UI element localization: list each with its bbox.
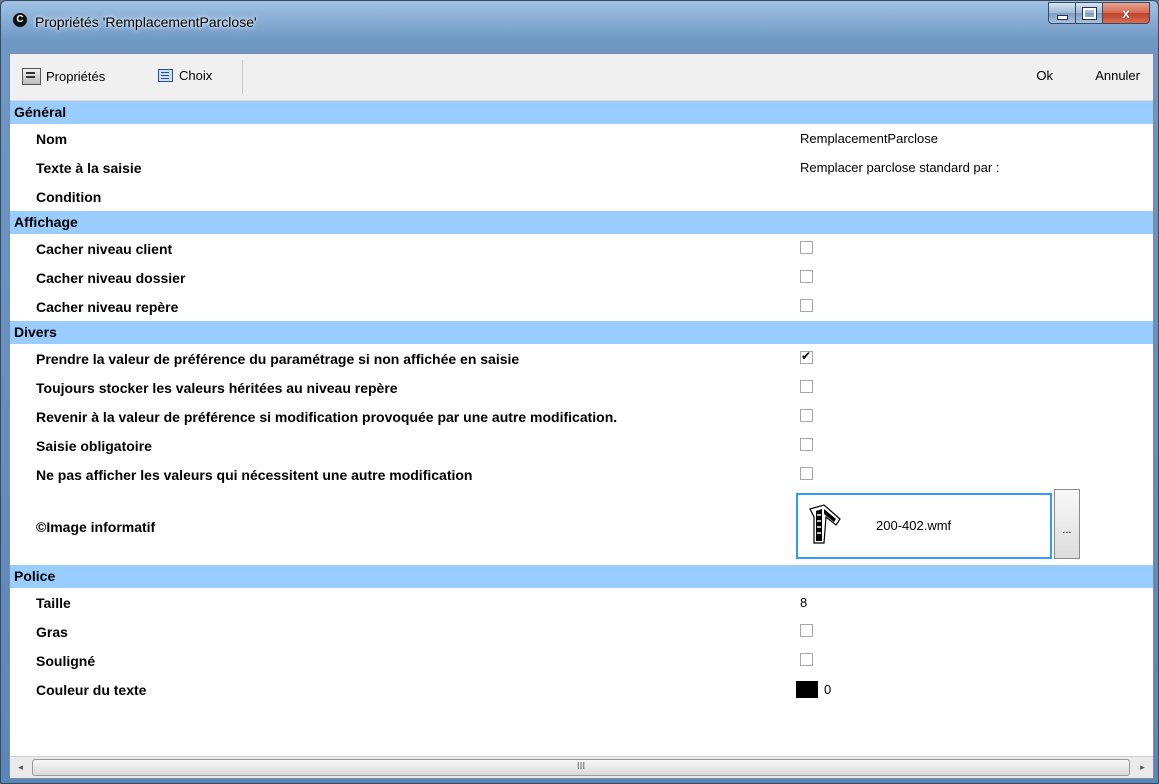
ne-pas-afficher-checkbox[interactable] bbox=[800, 467, 813, 480]
row-taille[interactable]: Taille 8 bbox=[10, 588, 1153, 617]
color-swatch bbox=[796, 681, 818, 698]
ne-pas-afficher-label: Ne pas afficher les valeurs qui nécessit… bbox=[36, 467, 473, 483]
row-souligne[interactable]: Souligné bbox=[10, 646, 1153, 675]
revenir-preference-cell bbox=[792, 402, 1082, 431]
toolbar: Propriétés Choix Ok Annuler bbox=[10, 54, 1153, 101]
couleur-value: 0 bbox=[824, 682, 832, 697]
cacher-dossier-label: Cacher niveau dossier bbox=[36, 270, 186, 286]
nom-value: RemplacementParclose bbox=[800, 131, 939, 146]
title-bar[interactable]: C Propriétés 'RemplacementParclose' x bbox=[1, 1, 1158, 43]
nom-label: Nom bbox=[36, 131, 68, 147]
saisie-obligatoire-checkbox[interactable] bbox=[800, 438, 813, 451]
close-icon: x bbox=[1122, 5, 1130, 21]
toolbar-separator bbox=[242, 60, 243, 94]
ne-pas-afficher-cell bbox=[792, 460, 1082, 489]
cacher-client-cell bbox=[792, 234, 1082, 263]
row-nom[interactable]: Nom RemplacementParclose bbox=[10, 124, 1153, 153]
row-stocker-heritees[interactable]: Toujours stocker les valeurs héritées au… bbox=[10, 373, 1153, 402]
taille-value: 8 bbox=[800, 595, 808, 610]
couleur-label: Couleur du texte bbox=[36, 682, 147, 698]
cacher-dossier-checkbox[interactable] bbox=[800, 270, 813, 283]
saisie-obligatoire-cell bbox=[792, 431, 1082, 460]
gras-cell bbox=[792, 617, 1082, 646]
scroll-left-arrow-icon[interactable]: ◂ bbox=[10, 757, 31, 778]
row-ne-pas-afficher[interactable]: Ne pas afficher les valeurs qui nécessit… bbox=[10, 460, 1153, 489]
nom-value-cell[interactable]: RemplacementParclose bbox=[792, 124, 1082, 153]
proprietes-label: Propriétés bbox=[46, 69, 106, 84]
row-gras[interactable]: Gras bbox=[10, 617, 1153, 646]
row-cacher-repere[interactable]: Cacher niveau repère bbox=[10, 292, 1153, 321]
stocker-heritees-checkbox[interactable] bbox=[800, 380, 813, 393]
valeur-preference-cell bbox=[792, 344, 1082, 373]
profile-thumbnail-icon bbox=[809, 504, 841, 544]
row-condition[interactable]: Condition bbox=[10, 182, 1153, 211]
cacher-repere-checkbox[interactable] bbox=[800, 299, 813, 312]
cacher-repere-label: Cacher niveau repère bbox=[36, 299, 179, 315]
maximize-icon bbox=[1081, 6, 1097, 20]
ok-button[interactable]: Ok bbox=[1036, 68, 1053, 83]
choix-button[interactable]: Choix bbox=[158, 68, 212, 83]
browse-image-button[interactable]: ... bbox=[1054, 489, 1080, 559]
row-texte-saisie[interactable]: Texte à la saisie Remplacer parclose sta… bbox=[10, 153, 1153, 182]
maximize-button[interactable] bbox=[1076, 2, 1103, 24]
texte-saisie-label: Texte à la saisie bbox=[36, 160, 142, 176]
texte-saisie-value-cell[interactable]: Remplacer parclose standard par : bbox=[792, 153, 1082, 182]
souligne-cell bbox=[792, 646, 1082, 675]
row-saisie-obligatoire[interactable]: Saisie obligatoire bbox=[10, 431, 1153, 460]
section-police[interactable]: Police bbox=[10, 565, 1153, 588]
valeur-preference-label: Prendre la valeur de préférence du param… bbox=[36, 351, 520, 367]
close-button[interactable]: x bbox=[1103, 2, 1150, 24]
horizontal-scrollbar[interactable]: ◂ III ▸ bbox=[10, 756, 1153, 778]
image-informatif-cell: 200-402.wmf ... bbox=[792, 489, 1082, 565]
saisie-obligatoire-label: Saisie obligatoire bbox=[36, 438, 152, 454]
property-grid: Général Nom RemplacementParclose Texte à… bbox=[10, 101, 1153, 704]
valeur-preference-checkbox[interactable] bbox=[800, 349, 813, 364]
scroll-right-arrow-icon[interactable]: ▸ bbox=[1132, 757, 1153, 778]
row-cacher-client[interactable]: Cacher niveau client bbox=[10, 234, 1153, 263]
minimize-icon bbox=[1056, 14, 1068, 20]
souligne-checkbox[interactable] bbox=[800, 653, 813, 666]
condition-value-cell[interactable] bbox=[792, 182, 1082, 211]
list-icon bbox=[158, 69, 173, 82]
row-cacher-dossier[interactable]: Cacher niveau dossier bbox=[10, 263, 1153, 292]
window-title: Propriétés 'RemplacementParclose' bbox=[35, 14, 257, 30]
section-divers[interactable]: Divers bbox=[10, 321, 1153, 344]
taille-value-cell[interactable]: 8 bbox=[792, 588, 1082, 617]
gras-checkbox[interactable] bbox=[800, 624, 813, 637]
section-affichage[interactable]: Affichage bbox=[10, 211, 1153, 234]
texte-saisie-value: Remplacer parclose standard par : bbox=[800, 160, 1000, 175]
row-couleur[interactable]: Couleur du texte 0 bbox=[10, 675, 1153, 704]
image-informatif-label: ©Image informatif bbox=[36, 519, 156, 535]
choix-label: Choix bbox=[179, 68, 213, 83]
scrollbar-thumb[interactable]: III bbox=[32, 759, 1130, 776]
section-general[interactable]: Général bbox=[10, 101, 1153, 124]
revenir-preference-label: Revenir à la valeur de préférence si mod… bbox=[36, 409, 618, 425]
cacher-client-label: Cacher niveau client bbox=[36, 241, 173, 257]
revenir-preference-checkbox[interactable] bbox=[800, 409, 813, 422]
gras-label: Gras bbox=[36, 624, 68, 640]
scrollbar-grip-icon: III bbox=[576, 761, 586, 772]
couleur-value-cell[interactable]: 0 bbox=[792, 675, 1082, 704]
taille-label: Taille bbox=[36, 595, 71, 611]
proprietes-button[interactable]: Propriétés bbox=[22, 68, 105, 85]
properties-window: C Propriétés 'RemplacementParclose' x Pr… bbox=[0, 0, 1159, 784]
cacher-dossier-cell bbox=[792, 263, 1082, 292]
stocker-heritees-label: Toujours stocker les valeurs héritées au… bbox=[36, 380, 398, 396]
window-controls: x bbox=[1048, 2, 1150, 24]
stocker-heritees-cell bbox=[792, 373, 1082, 402]
cacher-client-checkbox[interactable] bbox=[800, 241, 813, 254]
souligne-label: Souligné bbox=[36, 653, 96, 669]
cacher-repere-cell bbox=[792, 292, 1082, 321]
condition-label: Condition bbox=[36, 189, 102, 205]
properties-icon bbox=[22, 68, 41, 85]
minimize-button[interactable] bbox=[1048, 2, 1076, 24]
row-revenir-preference[interactable]: Revenir à la valeur de préférence si mod… bbox=[10, 402, 1153, 431]
image-preview[interactable]: 200-402.wmf bbox=[796, 493, 1052, 559]
row-valeur-preference[interactable]: Prendre la valeur de préférence du param… bbox=[10, 344, 1153, 373]
c-logo-icon: C bbox=[13, 13, 27, 27]
image-filename: 200-402.wmf bbox=[876, 518, 952, 533]
client-area: Propriétés Choix Ok Annuler Général Nom … bbox=[9, 53, 1154, 779]
row-image-informatif[interactable]: ©Image informatif 200-402.wmf ... bbox=[10, 489, 1153, 565]
annuler-button[interactable]: Annuler bbox=[1095, 68, 1140, 83]
